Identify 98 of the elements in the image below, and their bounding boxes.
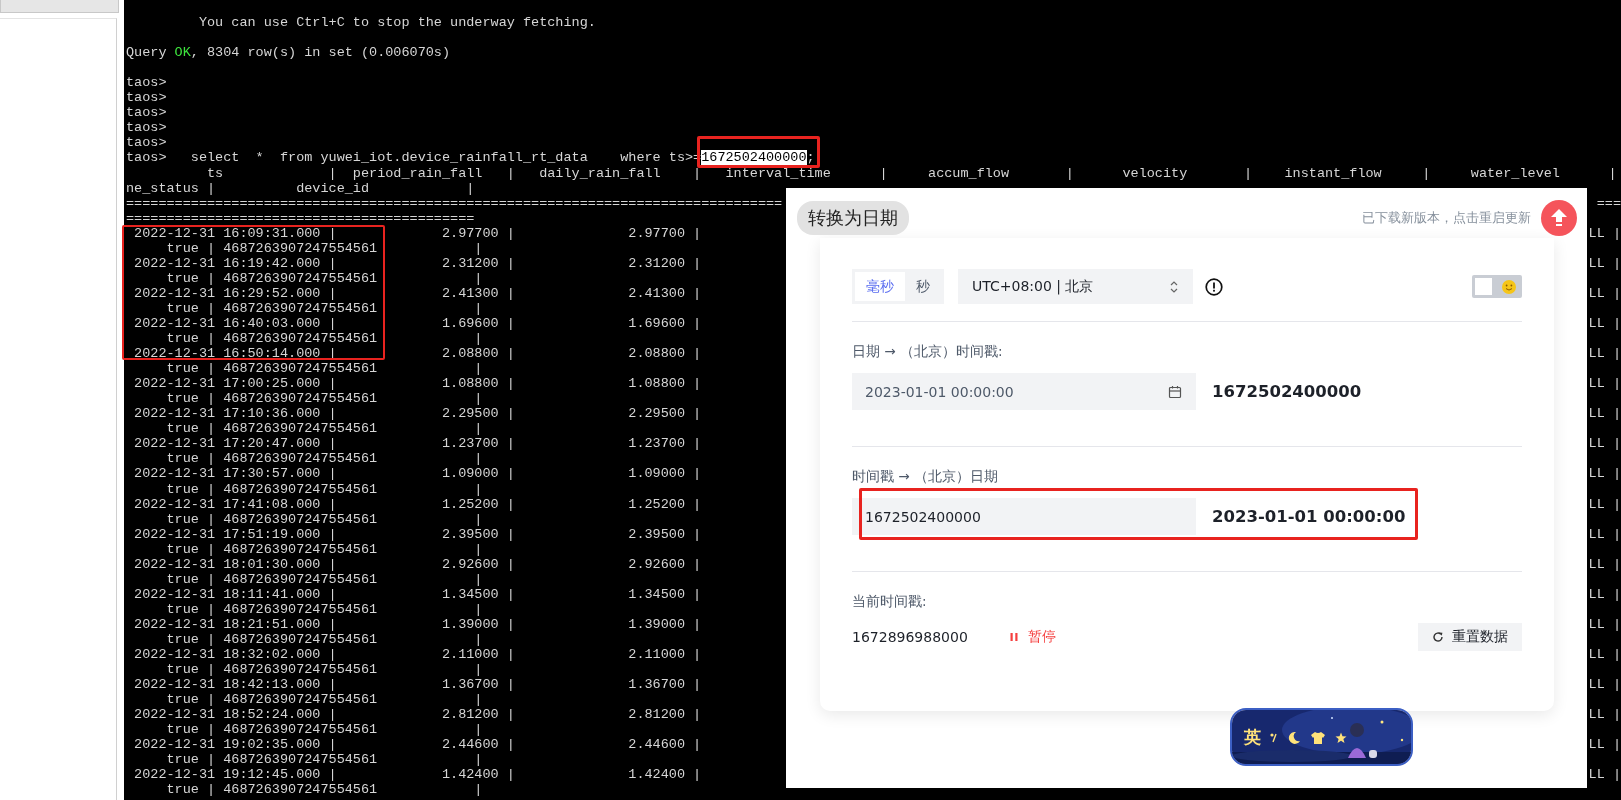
- terminal-line: LL |: [1588, 406, 1621, 422]
- theme-toggle[interactable]: [1472, 275, 1522, 298]
- terminal-line: LL |: [1588, 526, 1621, 542]
- terminal-line: true | 4687263907247554561 |: [165, 331, 483, 347]
- current-timestamp: 1672896988000: [852, 629, 969, 645]
- pause-icon: [1009, 632, 1019, 642]
- terminal-line: 2022-12-31 19:12:45.000 | 1.42400 | 1.42400 |: [133, 767, 702, 783]
- window-title: 转换为日期: [797, 201, 909, 235]
- terminal-line: LL |: [1588, 677, 1621, 693]
- terminal-line: true | 4687263907247554561 |: [165, 240, 483, 256]
- unit-tab[interactable]: 秒: [905, 272, 941, 301]
- terminal-line: true | 4687263907247554561 |: [165, 571, 483, 587]
- terminal-line: 2022-12-31 18:21:51.000 | 1.39000 | 1.39000 |: [133, 616, 702, 632]
- terminal-line: true | 4687263907247554561 |: [165, 361, 483, 377]
- terminal-line: LL |: [1588, 556, 1621, 572]
- moon-icon: [1287, 730, 1301, 745]
- terminal-line: true | 4687263907247554561 |: [165, 270, 483, 286]
- terminal-line: LL |: [1588, 496, 1621, 512]
- terminal-line: 2022-12-31 17:30:57.000 | 1.09000 | 1.09000 |: [133, 466, 702, 482]
- terminal-line: LL |: [1588, 616, 1621, 632]
- terminal-line: =================================================================================: [126, 195, 783, 211]
- unit-tab[interactable]: 毫秒: [855, 272, 905, 301]
- terminal-line: 2022-12-31 16:40:03.000 | 1.69600 | 1.69600 |: [133, 316, 702, 332]
- pause-button[interactable]: 暂停: [1009, 628, 1056, 646]
- terminal-line: LL |: [1588, 647, 1621, 663]
- terminal-line: taos>: [126, 75, 167, 91]
- terminal-line: LL |: [1588, 737, 1621, 753]
- terminal-line: 2022-12-31 18:01:30.000 | 2.92600 | 2.92600 |: [133, 556, 702, 572]
- update-button[interactable]: [1541, 200, 1577, 236]
- terminal-line: taos>: [126, 120, 167, 136]
- terminal-line: 2022-12-31 18:32:02.000 | 2.11000 | 2.11000 |: [133, 647, 702, 663]
- terminal-line: taos>: [126, 105, 167, 121]
- terminal-line: LL |: [1588, 346, 1621, 362]
- terminal-line: You can use Ctrl+C to stop the underway fetching.: [197, 15, 596, 31]
- terminal-line: 2022-12-31 16:09:31.000 | 2.97700 | 2.97700 |: [133, 225, 702, 241]
- timezone-select[interactable]: UTC+08:00 | 北京: [958, 269, 1193, 304]
- terminal-line: LL |: [1588, 767, 1621, 783]
- terminal-line: 2022-12-31 17:41:08.000 | 1.25200 | 1.25200 |: [133, 496, 702, 512]
- input-method-bar[interactable]: 英: [1230, 708, 1413, 766]
- date-result: 2023-01-01 00:00:00: [1212, 507, 1406, 526]
- terminal-line: ===: [1596, 195, 1621, 211]
- terminal-line: true | 4687263907247554561 |: [165, 662, 483, 678]
- terminal-line: true | 4687263907247554561 |: [165, 722, 483, 738]
- terminal-line: 2022-12-31 18:52:24.000 | 2.81200 | 2.81200 |: [133, 707, 702, 723]
- terminal-line: ===========================================: [126, 210, 475, 226]
- terminal-line: 2022-12-31 16:29:52.000 | 2.41300 | 2.41300 |: [133, 285, 702, 301]
- section-label: 日期 → （北京）时间戳:: [852, 343, 1004, 361]
- terminal-line: true | 4687263907247554561 |: [165, 601, 483, 617]
- input-mode-label: 英: [1244, 726, 1261, 749]
- punctuation-icon: [1270, 731, 1278, 744]
- terminal-line: taos>: [126, 90, 167, 106]
- terminal-line: true | 4687263907247554561 |: [165, 451, 483, 467]
- terminal-line: 2022-12-31 17:51:19.000 | 2.39500 | 2.39500 |: [133, 526, 702, 542]
- section-label: 当前时间戳:: [852, 593, 928, 611]
- terminal-line: LL |: [1588, 586, 1621, 602]
- terminal-line: ne_status | device_id |: [126, 180, 475, 196]
- arrow-up-icon: [1550, 208, 1568, 228]
- calendar-icon: [1168, 384, 1182, 399]
- terminal-line: LL |: [1588, 436, 1621, 452]
- terminal-line: true | 4687263907247554561 |: [165, 631, 483, 647]
- info-icon[interactable]: [1205, 277, 1223, 296]
- terminal-line: taos>: [126, 135, 167, 151]
- terminal-line: LL |: [1588, 225, 1621, 241]
- terminal-line: true | 4687263907247554561 |: [165, 692, 483, 708]
- smiley-icon: [1501, 278, 1517, 295]
- chevron-icon: [1169, 279, 1179, 294]
- terminal-line: 2022-12-31 18:11:41.000 | 1.34500 | 1.34500 |: [133, 586, 702, 602]
- terminal-line: Query OK, 8304 row(s) in set (0.006070s): [126, 45, 451, 61]
- terminal-line: 2022-12-31 16:19:42.000 | 2.31200 | 2.31200 |: [133, 255, 702, 271]
- terminal-line: LL |: [1588, 316, 1621, 332]
- terminal-line: true | 4687263907247554561 |: [165, 300, 483, 316]
- terminal-line: true | 4687263907247554561 |: [165, 782, 483, 798]
- star-icon: [1335, 731, 1347, 744]
- terminal-line: ts | period_rain_fall | daily_rain_fall | interval_time | accum_flow | velocity | instant_flow | water_level |: [206, 165, 1617, 181]
- terminal-line: LL |: [1588, 285, 1621, 301]
- terminal-line: LL |: [1588, 707, 1621, 723]
- date-field[interactable]: 2023-01-01 00:00:00: [852, 373, 1196, 410]
- terminal-line: 2022-12-31 18:42:13.000 | 1.36700 | 1.36700 |: [133, 677, 702, 693]
- timestamp-field[interactable]: 1672502400000: [852, 498, 1196, 535]
- update-notice: 已下载新版本，点击重启更新: [1362, 209, 1531, 227]
- terminal-line: LL |: [1588, 466, 1621, 482]
- terminal-line: true | 4687263907247554561 |: [165, 391, 483, 407]
- terminal-line: true | 4687263907247554561 |: [165, 511, 483, 527]
- terminal-line: true | 4687263907247554561 |: [165, 752, 483, 768]
- reset-button[interactable]: 重置数据: [1418, 623, 1522, 651]
- shirt-icon: [1310, 730, 1326, 745]
- terminal-line: 2022-12-31 17:00:25.000 | 1.08800 | 1.08800 |: [133, 376, 702, 392]
- refresh-icon: [1432, 631, 1444, 643]
- terminal-line: LL |: [1588, 255, 1621, 271]
- timestamp-result: 1672502400000: [1212, 382, 1362, 401]
- terminal-line: 2022-12-31 17:10:36.000 | 2.29500 | 2.29500 |: [133, 406, 702, 422]
- terminal-line: 2022-12-31 19:02:35.000 | 2.44600 | 2.44600 |: [133, 737, 702, 753]
- terminal-line: true | 4687263907247554561 |: [165, 421, 483, 437]
- section-label: 时间戳 → （北京）日期: [852, 468, 999, 486]
- terminal-line: 2022-12-31 17:20:47.000 | 1.23700 | 1.23700 |: [133, 436, 702, 452]
- terminal-line: true | 4687263907247554561 |: [165, 481, 483, 497]
- terminal-line: LL |: [1588, 376, 1621, 392]
- terminal-line: true | 4687263907247554561 |: [165, 541, 483, 557]
